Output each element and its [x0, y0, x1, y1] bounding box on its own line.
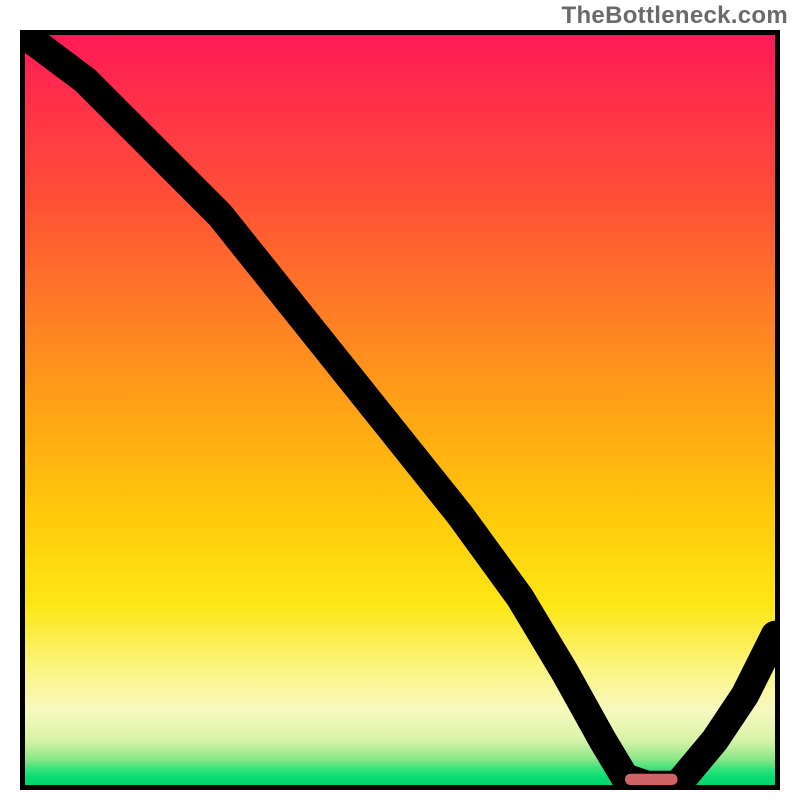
chart-container: TheBottleneck.com: [0, 0, 800, 800]
plot-area: [20, 30, 780, 790]
curve-layer: [25, 35, 775, 785]
optimal-range-marker: [625, 774, 678, 785]
bottleneck-curve: [25, 35, 775, 785]
watermark-text: TheBottleneck.com: [562, 2, 788, 30]
